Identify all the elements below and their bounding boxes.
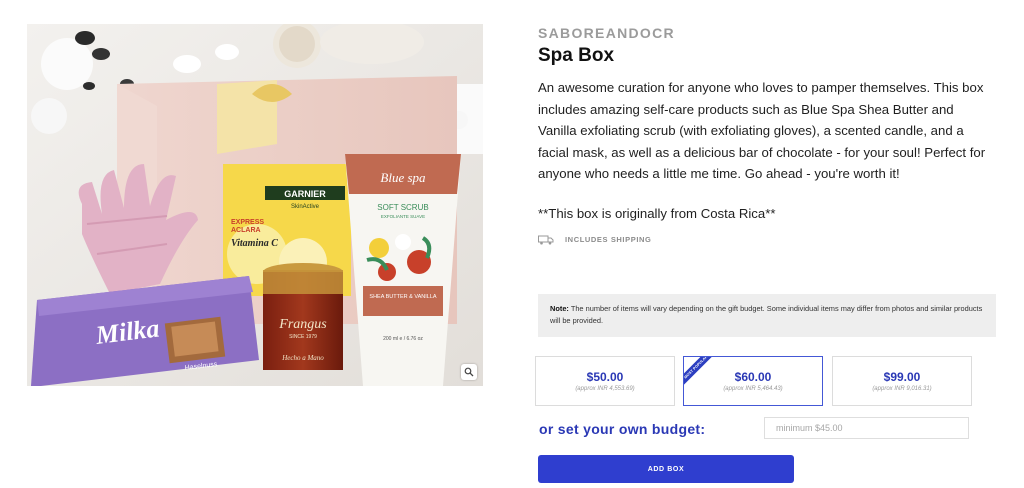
truck-icon xyxy=(538,235,554,245)
product-details: SABOREANDOCR Spa Box An awesome curation… xyxy=(538,24,998,247)
scrub-size-label: 200 ml e / 6.76 oz xyxy=(383,336,423,342)
tier-price: $99.00 xyxy=(883,370,921,384)
candle: Frangus SINCE 1979 Hecho a Mano xyxy=(263,263,343,370)
custom-budget-label: or set your own budget: xyxy=(539,421,706,437)
candle-since-label: SINCE 1979 xyxy=(289,334,317,340)
tier-price: $50.00 xyxy=(586,370,624,384)
note-label: Note: xyxy=(550,304,569,313)
tier-approx-price: (approx INR 4,553.69) xyxy=(575,386,635,392)
candle-brand-label: Frangus xyxy=(278,317,327,332)
tier-approx-price: (approx INR 9,016.31) xyxy=(872,386,932,392)
product-title: Spa Box xyxy=(538,45,615,66)
tier-price: $60.00 xyxy=(734,370,772,384)
scrub-flavor-label: SHEA BUTTER & VANILLA xyxy=(369,294,436,300)
product-description: An awesome curation for anyone who loves… xyxy=(538,80,986,182)
magnifier-icon xyxy=(464,367,474,377)
garnier-label: GARNIER xyxy=(284,189,326,199)
product-photo: GARNIER SkinActive EXPRESS ACLARA Vitami… xyxy=(27,24,483,386)
custom-budget-input[interactable] xyxy=(764,417,969,439)
shipping-label: INCLUDES SHIPPING xyxy=(565,235,652,245)
tier-option-50[interactable]: $50.00 (approx INR 4,553.69) xyxy=(535,356,675,406)
vendor-name[interactable]: SABOREANDOCR xyxy=(538,24,998,42)
mask-line-2: ACLARA xyxy=(231,227,261,234)
add-box-button[interactable]: ADD BOX xyxy=(538,455,794,483)
origin-note: **This box is originally from Costa Rica… xyxy=(538,205,776,221)
garnier-sub-label: SkinActive xyxy=(291,204,320,210)
note-box: Note: The number of items will vary depe… xyxy=(538,294,996,337)
tier-approx-price: (approx INR 5,464.43) xyxy=(723,386,783,392)
note-text: The number of items will vary depending … xyxy=(550,304,983,325)
scrub-brand-label: Blue spa xyxy=(380,170,426,185)
scrub-name-label: SOFT SCRUB xyxy=(377,203,428,212)
scrub-sub-label: EXFOLIANTE SUAVE xyxy=(381,214,425,219)
budget-tier-options: $50.00 (approx INR 4,553.69) MOST POPULA… xyxy=(535,356,973,406)
zoom-button[interactable] xyxy=(461,364,477,380)
tier-option-60[interactable]: MOST POPULAR $60.00 (approx INR 5,464.43… xyxy=(683,356,823,406)
mask-line-3: Vitamina C xyxy=(231,238,278,249)
tier-option-99[interactable]: $99.00 (approx INR 9,016.31) xyxy=(832,356,972,406)
shipping-info: INCLUDES SHIPPING xyxy=(538,233,998,247)
product-image[interactable]: GARNIER SkinActive EXPRESS ACLARA Vitami… xyxy=(27,24,483,386)
scrub-tube: Blue spa SOFT SCRUB EXFOLIANTE SUAVE SHE… xyxy=(345,154,461,386)
candle-hand-label: Hecho a Mano xyxy=(281,354,324,362)
mask-line-1: EXPRESS xyxy=(231,219,264,226)
